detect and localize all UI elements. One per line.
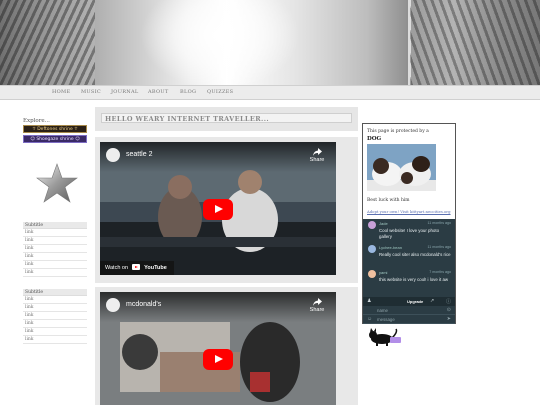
- chat-nick[interactable]: Lychee-bean: [379, 245, 402, 250]
- info-icon[interactable]: ⓘ: [446, 298, 451, 305]
- user-avatar: [368, 270, 376, 278]
- top-nav: HOME MUSIC JOURNAL ABOUT BLOG QUIZZES: [0, 85, 540, 100]
- video-title[interactable]: mcdonald's: [126, 301, 161, 308]
- channel-avatar[interactable]: [106, 148, 120, 162]
- title-frame: HELLO WEARY INTERNET TRAVELLER...: [101, 113, 352, 123]
- nav-blog[interactable]: BLOG: [180, 89, 196, 95]
- nav-about[interactable]: ABOUT: [148, 89, 169, 95]
- share-button[interactable]: Share: [308, 298, 326, 313]
- youtube-embed-2[interactable]: mcdonald's Share: [100, 292, 336, 405]
- deftones-shrine-button[interactable]: ☥ Deftones shrine ☥: [23, 125, 87, 133]
- play-button[interactable]: [203, 349, 233, 370]
- page-title: HELLO WEARY INTERNET TRAVELLER...: [105, 115, 270, 123]
- nav-journal[interactable]: JOURNAL: [111, 89, 139, 95]
- chat-box: Jade 11 months ago Cool website! I love …: [363, 219, 455, 324]
- chat-toolbar: ♟ Upgrade ↗ ⓘ: [363, 297, 455, 306]
- chat-text: this website is very cool! i love it aw: [379, 277, 449, 282]
- star-icon: [35, 162, 79, 206]
- settings-icon[interactable]: ⊙: [447, 307, 451, 313]
- banner-tree-right: [410, 0, 540, 85]
- header-banner: [0, 0, 540, 85]
- chat-time: 7 months ago: [429, 270, 451, 274]
- section-subtitle: Subtitle: [23, 289, 87, 296]
- main-header: HELLO WEARY INTERNET TRAVELLER...: [95, 107, 358, 131]
- shoegaze-shrine-button[interactable]: ☺ Shoegaze shrine ☺: [23, 135, 87, 143]
- video-post-1: seattle 2 Share Watch on YouTube: [95, 137, 358, 283]
- external-link-icon[interactable]: ↗: [430, 298, 434, 304]
- sidebar-link[interactable]: link: [23, 237, 87, 245]
- chat-text: Cool website! I love your photo gallery: [379, 228, 440, 239]
- send-icon[interactable]: ➤: [447, 316, 451, 322]
- sidebar-link[interactable]: link: [23, 229, 87, 237]
- upgrade-button[interactable]: Upgrade: [407, 299, 423, 304]
- nav-home[interactable]: HOME: [52, 89, 70, 95]
- chat-message-field[interactable]: ☺ message ➤: [363, 315, 455, 324]
- share-label: Share: [309, 157, 325, 163]
- sidebar-link[interactable]: link: [23, 245, 87, 253]
- sidebar-link[interactable]: link: [23, 328, 87, 336]
- sidebar-link[interactable]: link: [23, 261, 87, 269]
- youtube-logo-icon: [131, 264, 140, 270]
- dog-name: DOG: [367, 136, 382, 142]
- name-placeholder: name: [377, 308, 388, 313]
- watch-on-label: Watch on: [105, 265, 129, 271]
- dog-image[interactable]: [367, 144, 436, 191]
- sidebar-link[interactable]: link: [23, 312, 87, 320]
- sidebar-link[interactable]: link: [23, 304, 87, 312]
- share-label: Share: [309, 307, 325, 313]
- chat-name-field[interactable]: name ⊙: [363, 306, 455, 315]
- adopt-link[interactable]: Adopt your own! Visit kittyart.neocities…: [367, 209, 451, 214]
- youtube-brand: YouTube: [144, 265, 167, 271]
- banner-tree-left: [0, 0, 95, 85]
- play-button[interactable]: [203, 199, 233, 220]
- nav-quizzes[interactable]: QUIZZES: [207, 89, 233, 95]
- youtube-embed-1[interactable]: seattle 2 Share Watch on YouTube: [100, 142, 336, 275]
- explore-label: Explore...: [23, 118, 50, 124]
- link-section-1: Subtitle link link link link link link: [23, 222, 87, 277]
- video-title[interactable]: seattle 2: [126, 151, 152, 158]
- sidebar-link[interactable]: link: [23, 253, 87, 261]
- share-icon: [312, 148, 322, 156]
- sidebar-link[interactable]: link: [23, 320, 87, 328]
- user-icon[interactable]: ♟: [367, 298, 371, 304]
- user-avatar: [368, 221, 376, 229]
- chat-time: 11 months ago: [427, 221, 451, 225]
- luck-text: Best luck with him: [367, 198, 410, 203]
- smiley-icon[interactable]: ☺: [367, 316, 372, 322]
- chat-nick[interactable]: yami: [379, 270, 387, 275]
- chat-time: 11 months ago: [427, 245, 451, 249]
- share-icon: [312, 298, 322, 306]
- user-avatar: [368, 245, 376, 253]
- protected-text: This page is protected by a: [367, 129, 429, 134]
- channel-avatar[interactable]: [106, 298, 120, 312]
- sidebar-link[interactable]: link: [23, 269, 87, 277]
- nav-music[interactable]: MUSIC: [81, 89, 101, 95]
- link-section-2: Subtitle link link link link link link: [23, 289, 87, 344]
- share-button[interactable]: Share: [308, 148, 326, 163]
- left-sidebar: Explore... ☥ Deftones shrine ☥ ☺ Shoegaz…: [23, 118, 87, 344]
- message-placeholder: message: [377, 317, 395, 322]
- video-post-2: mcdonald's Share: [95, 287, 358, 405]
- dog-widget: This page is protected by a DOG Best luc…: [362, 123, 456, 324]
- chat-nick[interactable]: Jade: [379, 221, 388, 226]
- chat-text: Really cool site! also mcdonald's rice: [379, 252, 451, 257]
- banner-light: [140, 0, 300, 85]
- cat-icon: [364, 328, 402, 346]
- section-subtitle: Subtitle: [23, 222, 87, 229]
- sidebar-link[interactable]: link: [23, 336, 87, 344]
- sidebar-link[interactable]: link: [23, 296, 87, 304]
- watch-on-youtube-link[interactable]: Watch on YouTube: [100, 261, 174, 275]
